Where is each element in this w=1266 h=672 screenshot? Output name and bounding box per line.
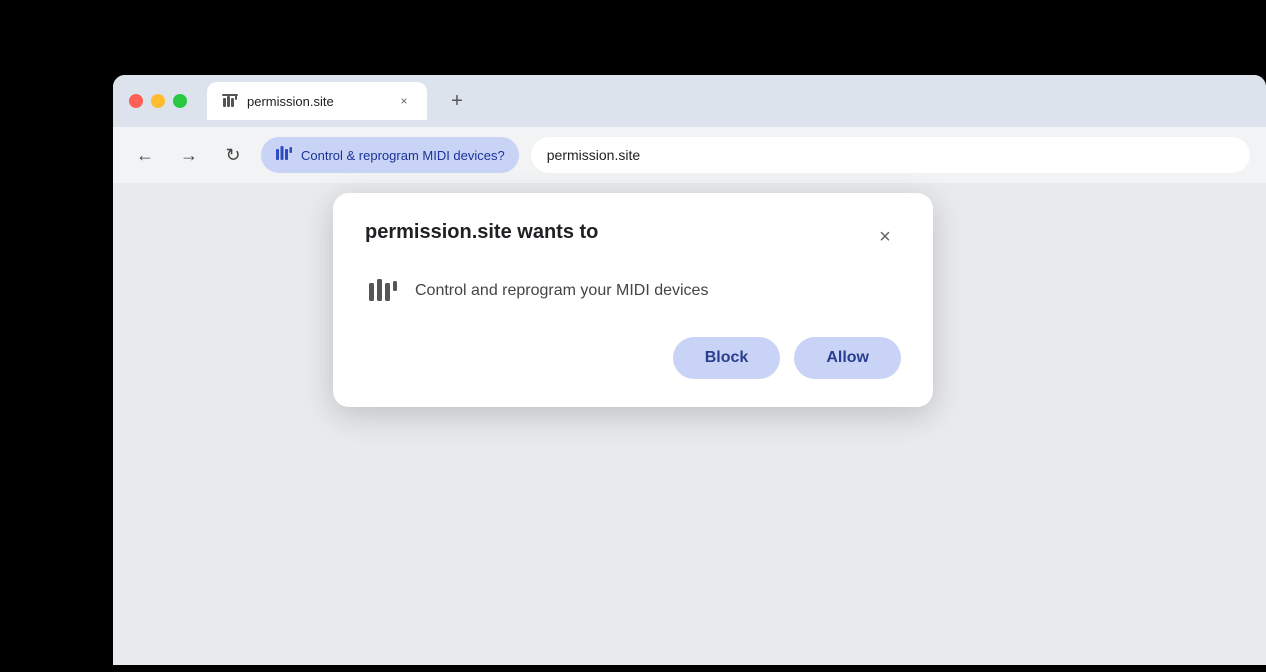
dialog-close-button[interactable]: × xyxy=(869,221,901,253)
window-controls xyxy=(129,94,187,108)
tab-close-button[interactable]: × xyxy=(395,92,413,110)
permission-dialog: permission.site wants to × Control and r… xyxy=(333,193,933,407)
browser-window: permission.site × + ← → ↻ Control & repr… xyxy=(113,75,1266,665)
reload-button[interactable]: ↻ xyxy=(217,139,249,171)
page-content: permission.site wants to × Control and r… xyxy=(113,183,1266,665)
dialog-actions: Block Allow xyxy=(365,337,901,379)
title-bar: permission.site × + xyxy=(113,75,1266,127)
tab-favicon-icon xyxy=(221,92,239,110)
permission-pill[interactable]: Control & reprogram MIDI devices? xyxy=(261,137,519,173)
maximize-window-button[interactable] xyxy=(173,94,187,108)
address-bar-value: permission.site xyxy=(547,147,640,163)
forward-button[interactable]: → xyxy=(173,139,205,171)
block-button[interactable]: Block xyxy=(673,337,781,379)
permission-description: Control and reprogram your MIDI devices xyxy=(415,282,708,300)
address-bar[interactable]: permission.site xyxy=(531,137,1250,173)
dialog-header: permission.site wants to × xyxy=(365,221,901,253)
tab-title: permission.site xyxy=(247,94,387,109)
back-button[interactable]: ← xyxy=(129,139,161,171)
midi-permission-icon xyxy=(275,144,293,167)
allow-button[interactable]: Allow xyxy=(794,337,901,379)
dialog-title: permission.site wants to xyxy=(365,221,598,244)
close-window-button[interactable] xyxy=(129,94,143,108)
new-tab-button[interactable]: + xyxy=(443,87,471,115)
nav-bar: ← → ↻ Control & reprogram MIDI devices? … xyxy=(113,127,1266,183)
dialog-permission-row: Control and reprogram your MIDI devices xyxy=(365,273,901,309)
browser-tab[interactable]: permission.site × xyxy=(207,82,427,120)
minimize-window-button[interactable] xyxy=(151,94,165,108)
midi-device-icon xyxy=(365,273,401,309)
permission-pill-text: Control & reprogram MIDI devices? xyxy=(301,148,505,163)
